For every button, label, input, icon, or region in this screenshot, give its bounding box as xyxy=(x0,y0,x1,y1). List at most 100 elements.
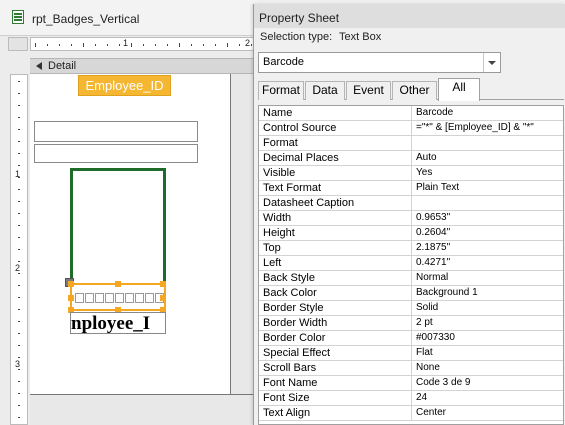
ruler-tick xyxy=(95,44,96,46)
detail-section-bar[interactable]: Detail xyxy=(30,58,258,74)
resize-handle[interactable] xyxy=(68,281,74,287)
property-sheet-title: Property Sheet xyxy=(259,11,340,25)
property-row[interactable]: Scroll Bars None xyxy=(259,361,563,376)
property-value[interactable]: Background 1 xyxy=(413,286,563,301)
ruler-tick xyxy=(18,177,20,178)
report-design-window: rpt_Badges_Vertical 1 2 Detail 1 2 3 Emp… xyxy=(0,0,258,425)
property-row[interactable]: Decimal Places Auto xyxy=(259,151,563,166)
ruler-tick xyxy=(179,43,180,47)
barcode-glyph xyxy=(85,293,94,303)
ruler-tick xyxy=(251,44,252,46)
property-row[interactable]: Control Source ="*" & [Employee_ID] & "*" xyxy=(259,121,563,136)
property-value[interactable]: Plain Text xyxy=(413,181,563,196)
employee-id-label[interactable]: Employee_ID xyxy=(78,75,171,96)
property-value[interactable]: Code 3 de 9 xyxy=(413,376,563,391)
property-value[interactable]: Normal xyxy=(413,271,563,286)
barcode-textbox-selected[interactable] xyxy=(68,281,166,313)
ruler-corner-selector[interactable] xyxy=(8,37,28,51)
property-value[interactable]: 0.2604" xyxy=(413,226,563,241)
report-canvas[interactable]: Employee_ID nployee_I xyxy=(30,74,258,425)
barcode-textbox-preview[interactable]: nployee_I xyxy=(70,312,166,334)
horizontal-ruler[interactable]: 1 2 xyxy=(30,37,258,51)
property-sheet-title-bar[interactable]: Property Sheet xyxy=(254,4,565,28)
name-textbox-upper[interactable] xyxy=(34,121,198,142)
property-value[interactable] xyxy=(413,196,563,211)
ruler-tick xyxy=(18,333,20,334)
property-value[interactable]: 0.9653" xyxy=(413,211,563,226)
collapse-arrow-icon[interactable] xyxy=(36,62,42,70)
property-value[interactable]: 2.1875" xyxy=(413,241,563,256)
vertical-ruler[interactable]: 1 2 3 xyxy=(10,74,28,425)
ruler-tick xyxy=(18,117,20,118)
property-row[interactable]: Left 0.4271" xyxy=(259,256,563,271)
barcode-glyph xyxy=(125,293,134,303)
property-value[interactable]: None xyxy=(413,361,563,376)
property-row[interactable]: Height 0.2604" xyxy=(259,226,563,241)
ruler-tick xyxy=(18,153,20,154)
ruler-number: 2 xyxy=(245,38,251,48)
resize-handle[interactable] xyxy=(68,295,74,301)
property-value[interactable]: #007330 xyxy=(413,331,563,346)
tab-all[interactable]: All xyxy=(438,78,480,101)
property-row[interactable]: Text Align Center xyxy=(259,406,563,421)
property-value[interactable]: ="*" & [Employee_ID] & "*" xyxy=(413,121,563,136)
ruler-tick xyxy=(59,44,60,46)
property-value[interactable]: Yes xyxy=(413,166,563,181)
property-row[interactable]: Width 0.9653" xyxy=(259,211,563,226)
ruler-tick xyxy=(18,249,20,250)
ruler-tick xyxy=(18,321,20,322)
property-row[interactable]: Back Color Background 1 xyxy=(259,286,563,301)
property-row[interactable]: Visible Yes xyxy=(259,166,563,181)
property-row[interactable]: Top 2.1875" xyxy=(259,241,563,256)
property-row[interactable]: Datasheet Caption xyxy=(259,196,563,211)
property-row[interactable]: Border Color #007330 xyxy=(259,331,563,346)
tab-format[interactable]: Format xyxy=(258,81,304,100)
property-value[interactable]: Center xyxy=(413,406,563,421)
property-name: Width xyxy=(259,211,412,226)
property-name: Decimal Places xyxy=(259,151,412,166)
property-row[interactable]: Border Style Solid xyxy=(259,301,563,316)
resize-handle[interactable] xyxy=(160,295,166,301)
property-name: Height xyxy=(259,226,412,241)
property-value[interactable]: Solid xyxy=(413,301,563,316)
tab-data[interactable]: Data xyxy=(305,81,345,100)
barcode-glyph xyxy=(75,293,84,303)
property-name: Scroll Bars xyxy=(259,361,412,376)
property-sheet: Property Sheet Selection type: Text Box … xyxy=(253,4,565,425)
property-value[interactable]: Auto xyxy=(413,151,563,166)
ruler-tick xyxy=(18,285,20,286)
property-row[interactable]: Special Effect Flat xyxy=(259,346,563,361)
property-value[interactable]: 0.4271" xyxy=(413,256,563,271)
property-row[interactable]: Back Style Normal xyxy=(259,271,563,286)
chevron-down-icon[interactable] xyxy=(483,53,500,72)
object-selector-dropdown[interactable]: Barcode xyxy=(258,52,501,73)
tab-event[interactable]: Event xyxy=(346,81,391,100)
property-value[interactable]: Barcode xyxy=(413,106,563,121)
property-row[interactable]: Name Barcode xyxy=(259,106,563,121)
property-name: Name xyxy=(259,106,412,121)
property-row[interactable]: Font Size 24 xyxy=(259,391,563,406)
ruler-tick xyxy=(18,237,20,238)
property-row[interactable]: Format xyxy=(259,136,563,151)
selection-type-label: Selection type: xyxy=(260,31,333,43)
name-textbox-lower[interactable] xyxy=(34,144,198,163)
ruler-tick xyxy=(18,165,20,166)
report-icon xyxy=(12,10,24,24)
property-name: Datasheet Caption xyxy=(259,196,412,211)
property-value[interactable] xyxy=(413,136,563,151)
property-row[interactable]: Text Format Plain Text xyxy=(259,181,563,196)
property-row[interactable]: Border Width 2 pt xyxy=(259,316,563,331)
photo-frame[interactable] xyxy=(70,168,166,286)
ruler-tick xyxy=(18,381,20,382)
tab-other[interactable]: Other xyxy=(392,81,437,100)
property-row[interactable]: Font Name Code 3 de 9 xyxy=(259,376,563,391)
ruler-tick xyxy=(47,44,48,46)
report-tab[interactable]: rpt_Badges_Vertical xyxy=(0,0,258,36)
ruler-tick xyxy=(18,261,20,262)
resize-handle[interactable] xyxy=(160,281,166,287)
property-value[interactable]: 2 pt xyxy=(413,316,563,331)
resize-handle[interactable] xyxy=(115,281,121,287)
object-selector-value: Barcode xyxy=(263,56,304,68)
property-value[interactable]: Flat xyxy=(413,346,563,361)
property-value[interactable]: 24 xyxy=(413,391,563,406)
